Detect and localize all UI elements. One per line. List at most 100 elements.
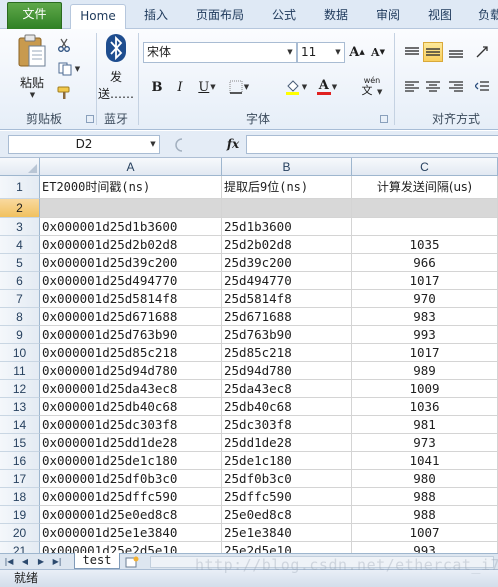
cell-c[interactable]: 988 <box>352 488 498 506</box>
row-header[interactable]: 13 <box>0 398 40 416</box>
cell-c[interactable]: 1009 <box>352 380 498 398</box>
cell-b[interactable]: 25df0b3c0 <box>222 470 352 488</box>
insert-sheet-button[interactable] <box>122 555 142 568</box>
row-header[interactable]: 10 <box>0 344 40 362</box>
row-header[interactable]: 15 <box>0 434 40 452</box>
phonetic-guide-button[interactable]: wén 文 ▼ <box>356 75 388 99</box>
underline-button[interactable]: U ▼ <box>193 77 221 97</box>
tab-home[interactable]: Home <box>70 4 126 30</box>
cell-c1[interactable]: 计算发送间隔(us) <box>352 176 498 199</box>
tab-insert[interactable]: 插入 <box>134 4 178 29</box>
cell-c[interactable]: 966 <box>352 254 498 272</box>
cell-b[interactable]: 25dffc590 <box>222 488 352 506</box>
cell-c[interactable]: 1017 <box>352 344 498 362</box>
cell-a[interactable]: 0x000001d25dffc590 <box>40 488 222 506</box>
cell-b[interactable]: 25d763b90 <box>222 326 352 344</box>
formula-bar-splitter[interactable] <box>170 135 220 154</box>
row-header[interactable]: 6 <box>0 272 40 290</box>
tab-data[interactable]: 数据 <box>314 4 358 29</box>
row-header[interactable]: 20 <box>0 524 40 542</box>
row-header[interactable]: 12 <box>0 380 40 398</box>
row-header[interactable]: 16 <box>0 452 40 470</box>
cell-b[interactable]: 25db40c68 <box>222 398 352 416</box>
align-left-button[interactable] <box>402 77 422 97</box>
row-header[interactable]: 17 <box>0 470 40 488</box>
cell-a[interactable]: 0x000001d25d494770 <box>40 272 222 290</box>
cell-b[interactable]: 25d1b3600 <box>222 218 352 236</box>
column-header-c[interactable]: C <box>352 158 498 176</box>
next-sheet-icon[interactable]: ▶ <box>36 556 46 567</box>
tab-review[interactable]: 审阅 <box>366 4 410 29</box>
orientation-button[interactable] <box>472 42 492 62</box>
cell-c[interactable]: 1036 <box>352 398 498 416</box>
cell-b[interactable]: 25d94d780 <box>222 362 352 380</box>
cut-button[interactable] <box>54 35 74 55</box>
cell-b[interactable]: 25e2d5e10 <box>222 542 352 553</box>
clipboard-launcher-icon[interactable] <box>86 115 94 123</box>
row-header[interactable]: 18 <box>0 488 40 506</box>
insert-function-button[interactable]: fx <box>222 135 244 154</box>
copy-button[interactable]: ▼ <box>54 59 84 79</box>
cell-c[interactable]: 983 <box>352 308 498 326</box>
cell-b[interactable]: 25d39c200 <box>222 254 352 272</box>
cell-b[interactable]: 25da43ec8 <box>222 380 352 398</box>
borders-button[interactable]: ▼ <box>226 77 252 97</box>
row-header[interactable]: 8 <box>0 308 40 326</box>
cell-a[interactable]: 0x000001d25d39c200 <box>40 254 222 272</box>
align-middle-button[interactable] <box>423 42 443 62</box>
row-header[interactable]: 2 <box>0 199 40 218</box>
cell-c[interactable]: 980 <box>352 470 498 488</box>
row-header[interactable]: 21 <box>0 542 40 553</box>
last-sheet-icon[interactable]: ▶| <box>52 556 62 567</box>
cell-a[interactable]: 0x000001d25d763b90 <box>40 326 222 344</box>
align-top-button[interactable] <box>402 42 422 62</box>
paste-button[interactable]: 粘贴 ▼ <box>12 33 52 103</box>
cell-a[interactable]: 0x000001d25d5814f8 <box>40 290 222 308</box>
formula-input[interactable] <box>246 135 498 154</box>
column-header-b[interactable]: B <box>222 158 352 176</box>
cell-a[interactable]: 0x000001d25db40c68 <box>40 398 222 416</box>
font-size-select[interactable]: 11 ▼ <box>297 42 345 63</box>
decrease-indent-button[interactable] <box>472 77 492 97</box>
row-header[interactable]: 4 <box>0 236 40 254</box>
tab-page-layout[interactable]: 页面布局 <box>186 4 254 29</box>
cell-c[interactable]: 1017 <box>352 272 498 290</box>
cell-b[interactable]: 25de1c180 <box>222 452 352 470</box>
cell-c[interactable]: 970 <box>352 290 498 308</box>
tab-file[interactable]: 文件 <box>7 2 62 29</box>
cell-c[interactable] <box>352 199 498 218</box>
format-painter-button[interactable] <box>54 83 74 103</box>
align-right-button[interactable] <box>446 77 466 97</box>
cell-c[interactable] <box>352 218 498 236</box>
cell-b[interactable]: 25dd1de28 <box>222 434 352 452</box>
cell-b[interactable]: 25d494770 <box>222 272 352 290</box>
cell-a1[interactable]: ET2000时间戳(ns) <box>40 176 222 199</box>
cell-c[interactable]: 1007 <box>352 524 498 542</box>
cell-a[interactable]: 0x000001d25d94d780 <box>40 362 222 380</box>
cell-b[interactable]: 25d2b02d8 <box>222 236 352 254</box>
cell-c[interactable]: 989 <box>352 362 498 380</box>
row-header[interactable]: 7 <box>0 290 40 308</box>
cell-a[interactable]: 0x000001d25da43ec8 <box>40 380 222 398</box>
italic-button[interactable]: I <box>170 77 190 97</box>
cell-a[interactable]: 0x000001d25de1c180 <box>40 452 222 470</box>
cell-a[interactable]: 0x000001d25d671688 <box>40 308 222 326</box>
cell-a[interactable]: 0x000001d25d1b3600 <box>40 218 222 236</box>
row-header[interactable]: 5 <box>0 254 40 272</box>
cell-c[interactable]: 973 <box>352 434 498 452</box>
cell-b[interactable]: 25e1e3840 <box>222 524 352 542</box>
grow-font-button[interactable]: A ▲ <box>347 42 367 62</box>
cell-a[interactable]: 0x000001d25dd1de28 <box>40 434 222 452</box>
cell-a[interactable] <box>40 199 222 218</box>
cell-c[interactable]: 1041 <box>352 452 498 470</box>
cell-a[interactable]: 0x000001d25df0b3c0 <box>40 470 222 488</box>
cell-b[interactable]: 25d671688 <box>222 308 352 326</box>
cell-c[interactable]: 988 <box>352 506 498 524</box>
row-header[interactable]: 19 <box>0 506 40 524</box>
font-color-button[interactable]: A ▼ <box>313 77 341 97</box>
cell-b[interactable]: 25e0ed8c8 <box>222 506 352 524</box>
cell-b[interactable] <box>222 199 352 218</box>
cell-c[interactable]: 1035 <box>352 236 498 254</box>
cell-a[interactable]: 0x000001d25e2d5e10 <box>40 542 222 553</box>
cell-a[interactable]: 0x000001d25d85c218 <box>40 344 222 362</box>
